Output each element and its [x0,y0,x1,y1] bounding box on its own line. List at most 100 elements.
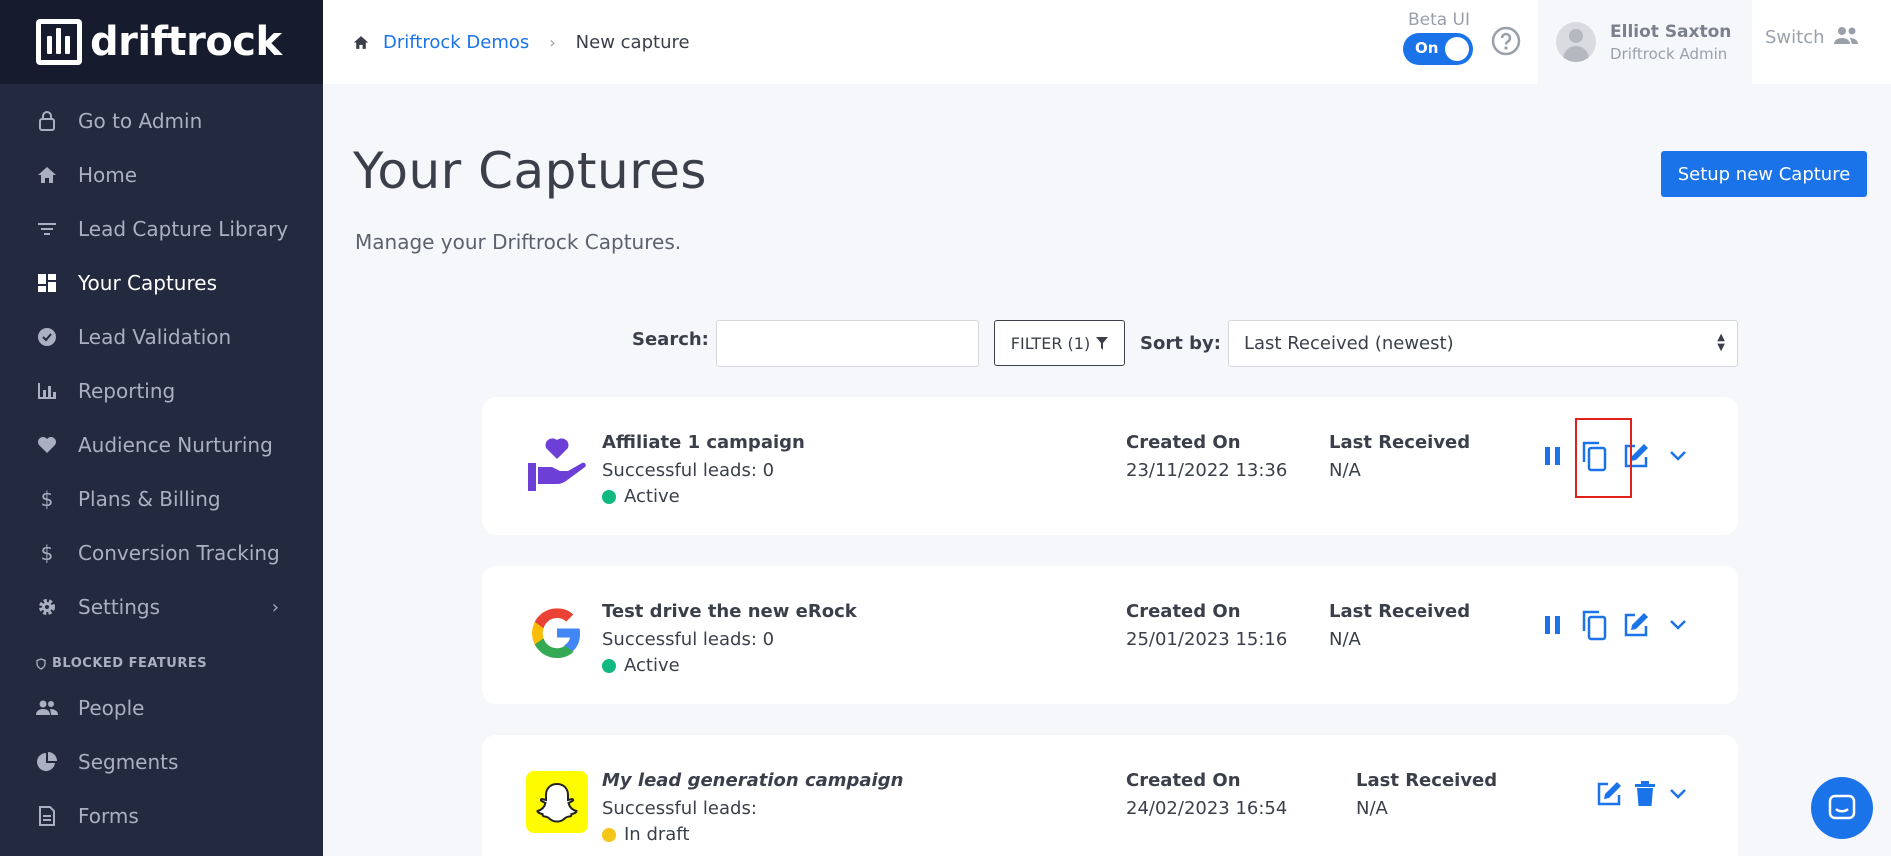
beta-ui-switch: Beta UI On [1403,10,1475,65]
help-icon[interactable] [1491,26,1521,56]
status-badge: Active [602,655,680,676]
capture-name[interactable]: My lead generation campaign [602,770,903,791]
sidebar-item-home[interactable]: Home [0,148,323,202]
user-name: Elliot Saxton [1610,21,1732,42]
dashboard-icon [36,272,58,294]
pause-button[interactable] [1538,610,1568,640]
last-received-label: Last Received [1329,601,1471,622]
page-subtitle: Manage your Driftrock Captures. [355,230,682,254]
user-role: Driftrock Admin [1610,44,1728,63]
sidebar-item-label: Your Captures [78,271,217,295]
edit-button[interactable] [1594,779,1624,809]
sidebar-item-audience-nurturing[interactable]: Audience Nurturing [0,418,323,472]
chevron-down-icon [1670,620,1686,630]
top-bar: Driftrock Demos › New capture Beta UI On… [323,0,1891,84]
sidebar-item-settings[interactable]: Settings › [0,580,323,634]
sort-select[interactable]: Last Received (newest) ▲ ▼ [1228,320,1738,367]
delete-button[interactable] [1630,779,1660,809]
sidebar-item-your-captures[interactable]: Your Captures [0,256,323,310]
sidebar-item-label: Reporting [78,379,176,403]
sidebar-item-label: Segments [78,750,179,774]
sidebar-item-go-to-admin[interactable]: Go to Admin [0,94,323,148]
switch-label: Switch [1765,26,1825,48]
logo-mark-icon [36,19,82,65]
home-icon[interactable] [353,35,369,50]
filter-label: FILTER (1) [1010,333,1091,353]
pause-button[interactable] [1538,441,1568,471]
verified-badge-icon [36,326,58,348]
chevron-right-icon: › [271,597,279,618]
created-on-label: Created On [1126,601,1241,622]
edit-button[interactable] [1621,610,1651,640]
capture-leads: Successful leads: 0 [602,460,775,481]
capture-card: Affiliate 1 campaign Successful leads: 0… [482,397,1738,535]
sidebar-item-label: Conversion Tracking [78,541,280,565]
last-received-value: N/A [1329,629,1361,650]
search-input[interactable] [716,320,979,367]
sidebar-item-people[interactable]: People [0,681,323,735]
highlight-box [1575,418,1632,498]
copy-icon [1582,610,1607,641]
user-menu[interactable]: Elliot Saxton Driftrock Admin [1538,0,1752,84]
form-icon [36,805,58,827]
pause-icon [1545,447,1560,465]
breadcrumb: Driftrock Demos › New capture [323,32,690,53]
logo-text: driftrock [90,19,282,65]
snapchat-logo-icon [526,771,588,833]
pause-icon [1545,616,1560,634]
expand-button[interactable] [1663,610,1693,640]
chat-icon [1828,794,1856,820]
home-icon [36,164,58,186]
switch-account-button[interactable]: Switch [1765,26,1859,48]
sidebar-item-lead-capture-library[interactable]: Lead Capture Library [0,202,323,256]
filter-funnel-icon [1096,336,1109,350]
last-received-value: N/A [1329,460,1361,481]
bar-chart-icon [36,380,58,402]
expand-button[interactable] [1663,779,1693,809]
setup-new-capture-button[interactable]: Setup new Capture [1661,151,1867,197]
expand-button[interactable] [1663,441,1693,471]
chevron-down-icon [1670,789,1686,799]
beta-ui-toggle[interactable]: On [1403,33,1473,65]
driftrock-logo[interactable]: driftrock [0,0,323,84]
sidebar-item-lead-validation[interactable]: Lead Validation [0,310,323,364]
sidebar-item-label: Lead Validation [78,325,232,349]
sidebar-item-label: Plans & Billing [78,487,221,511]
last-received-value: N/A [1356,798,1388,819]
edit-icon [1624,613,1648,637]
sidebar-item-label: Settings [78,595,161,619]
sort-label: Sort by: [1140,333,1221,354]
status-dot [602,489,616,504]
last-received-label: Last Received [1329,432,1471,453]
sidebar-item-label: Go to Admin [78,109,203,133]
sidebar-item-label: Audience Nurturing [78,433,273,457]
capture-card: My lead generation campaign Successful l… [482,735,1738,856]
lock-icon [36,110,58,132]
breadcrumb-link-driftrock-demos[interactable]: Driftrock Demos [383,32,529,53]
heart-icon [36,434,58,456]
chat-launcher-button[interactable] [1811,777,1873,839]
capture-card: Test drive the new eRock Successful lead… [482,566,1738,704]
dollar-icon: $ [40,541,54,565]
sidebar-item-label: People [78,696,145,720]
capture-name[interactable]: Affiliate 1 campaign [602,432,805,453]
sidebar-item-conversion-tracking[interactable]: $ Conversion Tracking [0,526,323,580]
filter-button[interactable]: FILTER (1) [994,320,1125,366]
created-on-value: 25/01/2023 15:16 [1126,629,1288,650]
sidebar: driftrock Go to Admin Home Lead Capture … [0,0,323,856]
sidebar-item-forms[interactable]: Forms [0,789,323,843]
duplicate-button[interactable] [1579,610,1609,641]
created-on-value: 23/11/2022 13:36 [1126,460,1288,481]
trash-icon [1635,781,1655,806]
pie-chart-icon [36,751,58,773]
sidebar-item-label: Home [78,163,138,187]
created-on-label: Created On [1126,432,1241,453]
search-label: Search: [632,329,709,350]
capture-name[interactable]: Test drive the new eRock [602,601,857,622]
avatar [1556,22,1596,62]
shield-icon [36,657,46,670]
sidebar-item-plans-billing[interactable]: $ Plans & Billing [0,472,323,526]
toggle-state-label: On [1415,39,1439,57]
sidebar-item-reporting[interactable]: Reporting [0,364,323,418]
sidebar-item-segments[interactable]: Segments [0,735,323,789]
